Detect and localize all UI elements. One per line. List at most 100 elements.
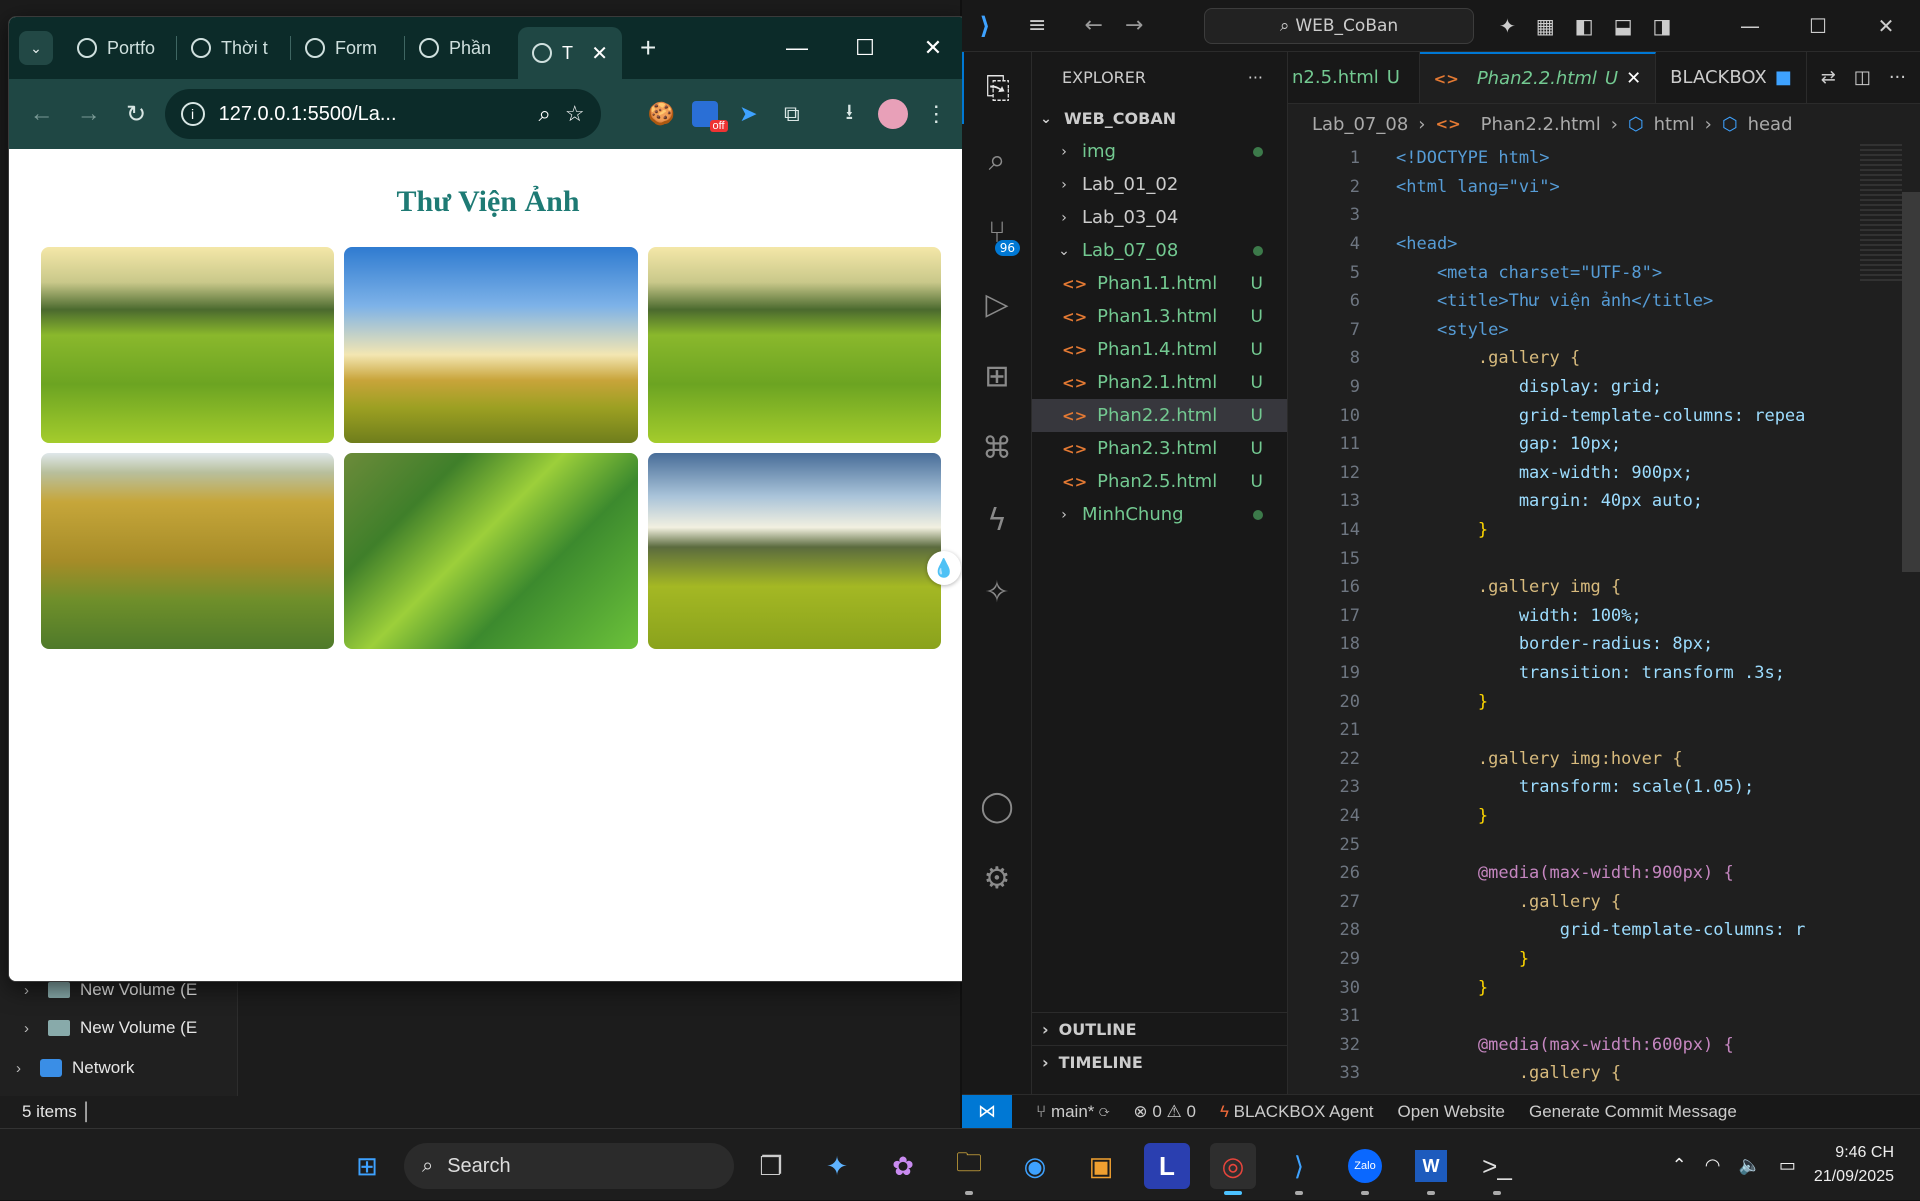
site-info-icon[interactable]: i bbox=[180, 102, 205, 126]
tab-form[interactable]: Form bbox=[291, 28, 404, 68]
menu-kebab-icon[interactable]: ⋮ bbox=[920, 96, 953, 132]
cookie-extension-icon[interactable]: 🍪 bbox=[645, 96, 678, 132]
code-editor[interactable]: 1 <!DOCTYPE html> 2 <html lang="vi"> 3 4 <head… bbox=[1288, 144, 1848, 1094]
tree-file[interactable]: <> Phan2.3.html U bbox=[1032, 432, 1287, 465]
toggle-secondary-sidebar-icon[interactable]: ◨ bbox=[1652, 14, 1671, 38]
layout-icon[interactable]: ▦ bbox=[1536, 14, 1555, 38]
tree-file[interactable]: <> Phan1.3.html U bbox=[1032, 300, 1287, 333]
tree-item-volume-1[interactable]: › New Volume (E bbox=[24, 980, 197, 1000]
tab-portfolio[interactable]: Portfo bbox=[63, 28, 176, 68]
start-button-icon[interactable]: ⊞ bbox=[344, 1143, 390, 1189]
breadcrumb-folder[interactable]: Lab_07_08 bbox=[1312, 114, 1408, 135]
avatar[interactable] bbox=[876, 96, 909, 132]
chevron-up-icon[interactable]: ⌃ bbox=[1672, 1155, 1687, 1176]
taskbar-search[interactable]: ⌕ Search bbox=[404, 1143, 734, 1189]
lightning-icon[interactable]: ϟ bbox=[962, 484, 1032, 556]
download-icon[interactable]: ⭳ bbox=[833, 96, 866, 132]
outline-section[interactable]: › OUTLINE bbox=[1032, 1012, 1288, 1045]
minimap[interactable] bbox=[1860, 144, 1902, 284]
zoom-icon[interactable]: ⌕ bbox=[539, 101, 551, 127]
git-compare-icon[interactable]: ⇄ bbox=[1821, 67, 1836, 88]
tree-folder[interactable]: ⌄ Lab_07_08 bbox=[1032, 234, 1287, 267]
adblock-extension-icon[interactable]: off bbox=[688, 96, 728, 132]
gallery-image[interactable] bbox=[344, 453, 638, 649]
new-tab-button[interactable]: + bbox=[640, 32, 656, 64]
wifi-icon[interactable]: ◠ bbox=[1705, 1155, 1721, 1176]
search-icon[interactable]: ⌕ bbox=[962, 124, 1032, 196]
generate-commit-button[interactable]: Generate Commit Message bbox=[1529, 1102, 1737, 1122]
breadcrumb-file[interactable]: Phan2.2.html bbox=[1481, 114, 1601, 135]
tree-file[interactable]: <> Phan1.4.html U bbox=[1032, 333, 1287, 366]
account-icon[interactable]: ◯ bbox=[962, 770, 1032, 842]
close-tab-icon[interactable]: ✕ bbox=[1626, 68, 1641, 89]
word-icon[interactable]: W bbox=[1408, 1143, 1454, 1195]
terminal-icon[interactable]: >_ bbox=[1474, 1143, 1520, 1195]
forward-button[interactable]: → bbox=[70, 94, 107, 134]
gallery-image[interactable] bbox=[647, 453, 941, 649]
project-root[interactable]: ⌄ WEB_COBAN bbox=[1032, 102, 1287, 135]
tree-folder[interactable]: › Lab_03_04 bbox=[1032, 201, 1287, 234]
settings-gear-icon[interactable]: ⚙ bbox=[962, 842, 1032, 914]
copilot-icon[interactable]: ✿ bbox=[880, 1143, 926, 1189]
tree-file[interactable]: <> Phan2.1.html U bbox=[1032, 366, 1287, 399]
extensions-icon[interactable]: ⊞ bbox=[962, 340, 1032, 412]
zalo-icon[interactable]: Zalo bbox=[1342, 1143, 1388, 1195]
tree-file[interactable]: <> Phan2.2.html U bbox=[1032, 399, 1287, 432]
extensions-icon[interactable]: ⧉ bbox=[775, 96, 808, 132]
menu-icon[interactable]: ≡ bbox=[1028, 13, 1046, 38]
tab-thoi-tiet[interactable]: Thời t bbox=[177, 28, 290, 68]
vscode-maximize-button[interactable]: ☐ bbox=[1784, 0, 1852, 52]
gallery-image[interactable] bbox=[41, 247, 335, 443]
battery-icon[interactable]: ▭ bbox=[1779, 1155, 1796, 1176]
split-editor-icon[interactable]: ◫ bbox=[1854, 67, 1871, 88]
tree-folder[interactable]: › MinhChung bbox=[1032, 498, 1287, 531]
blackbox-agent-button[interactable]: ϟ BLACKBOX Agent bbox=[1220, 1102, 1374, 1122]
breadcrumb-html[interactable]: html bbox=[1654, 114, 1695, 135]
gallery-image[interactable] bbox=[647, 247, 941, 443]
tree-folder[interactable]: › Lab_01_02 bbox=[1032, 168, 1287, 201]
explorer-icon[interactable]: ⎘ bbox=[962, 52, 1032, 124]
source-control-icon[interactable]: ⑂ 96 bbox=[962, 196, 1032, 268]
remote-indicator-icon[interactable]: ⋈ bbox=[962, 1094, 1012, 1129]
tab-active[interactable]: T ✕ bbox=[518, 27, 622, 79]
tree-folder[interactable]: › img bbox=[1032, 135, 1287, 168]
gallery-image[interactable] bbox=[344, 247, 638, 443]
vscode-close-button[interactable]: ✕ bbox=[1852, 0, 1920, 52]
more-actions-icon[interactable]: ··· bbox=[1248, 68, 1263, 87]
chat-sparkle-icon[interactable]: ✧ bbox=[962, 556, 1032, 628]
floating-assistant-button[interactable]: 💧 bbox=[927, 551, 961, 585]
tree-file[interactable]: <> Phan1.1.html U bbox=[1032, 267, 1287, 300]
git-branch[interactable]: ⑂ main* ⟳ bbox=[1036, 1102, 1109, 1122]
command-center-search[interactable]: ⌕ WEB_CoBan bbox=[1204, 8, 1474, 44]
reload-button[interactable]: ↻ bbox=[117, 94, 154, 134]
tab-search-button[interactable]: ⌄ bbox=[19, 31, 53, 65]
editor-tab-phan2-2[interactable]: <> Phan2.2.html U ✕ bbox=[1419, 52, 1657, 103]
timeline-section[interactable]: › TIMELINE bbox=[1032, 1045, 1288, 1078]
nav-arrows[interactable]: ←→ bbox=[1084, 13, 1165, 38]
close-tab-icon[interactable]: ✕ bbox=[591, 41, 608, 66]
store-icon[interactable]: ▣ bbox=[1078, 1143, 1124, 1189]
breadcrumb-head[interactable]: head bbox=[1748, 114, 1793, 135]
copilot-icon[interactable]: ✦ bbox=[1499, 14, 1516, 38]
copilot-preview-icon[interactable]: ✦ bbox=[814, 1143, 860, 1189]
l-app-icon[interactable]: L bbox=[1144, 1143, 1190, 1189]
run-debug-icon[interactable]: ▷ bbox=[962, 268, 1032, 340]
tree-file[interactable]: <> Phan2.5.html U bbox=[1032, 465, 1287, 498]
toggle-sidebar-icon[interactable]: ◧ bbox=[1575, 14, 1594, 38]
edge-icon[interactable]: ◉ bbox=[1012, 1143, 1058, 1189]
cursor-extension-icon[interactable]: ➤ bbox=[732, 96, 765, 132]
gallery-image[interactable] bbox=[41, 453, 335, 649]
task-view-icon[interactable]: ❐ bbox=[748, 1143, 794, 1189]
maximize-button[interactable]: ☐ bbox=[831, 17, 899, 79]
clock[interactable]: 9:46 CH 21/09/2025 bbox=[1814, 1141, 1894, 1189]
file-explorer-icon[interactable]: 🗀 bbox=[946, 1143, 992, 1195]
vscode-minimize-button[interactable]: — bbox=[1716, 0, 1784, 52]
editor-tab-phan2-5[interactable]: n2.5.html U bbox=[1288, 52, 1420, 103]
python-icon[interactable]: ⌘ bbox=[962, 412, 1032, 484]
volume-icon[interactable]: 🔈 bbox=[1738, 1155, 1760, 1176]
vscode-icon[interactable]: ⟩ bbox=[1276, 1143, 1322, 1195]
address-bar[interactable]: i 127.0.0.1:5500/La... ⌕ ☆ bbox=[164, 89, 601, 139]
editor-scrollbar[interactable] bbox=[1902, 192, 1920, 572]
tree-item-volume-2[interactable]: › New Volume (E bbox=[24, 1018, 197, 1038]
toggle-panel-icon[interactable]: ⬓ bbox=[1614, 14, 1633, 38]
